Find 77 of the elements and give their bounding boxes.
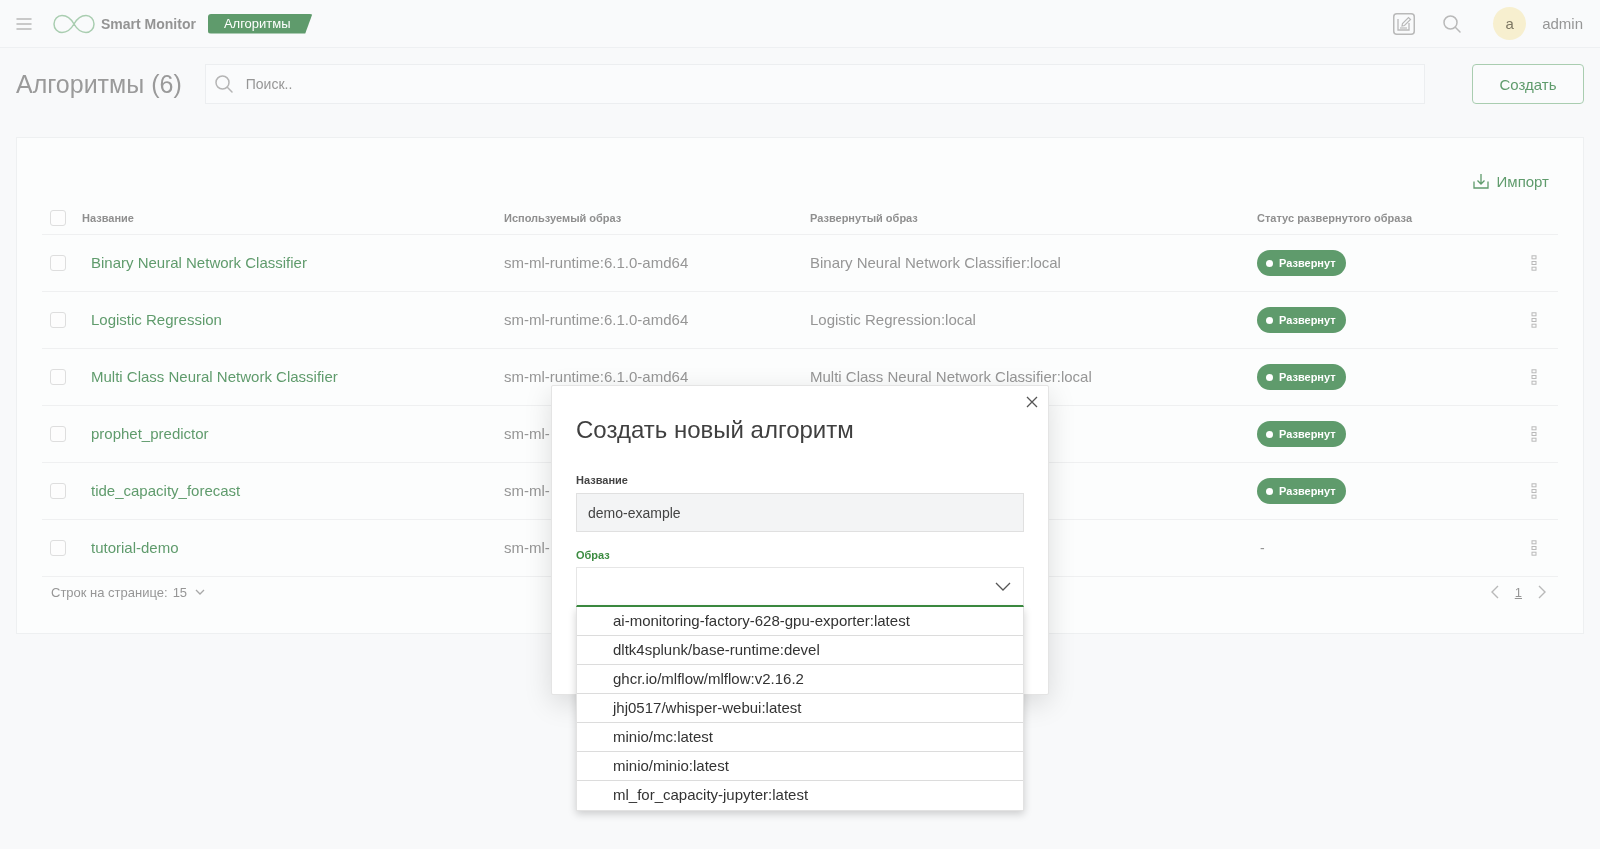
dropdown-option[interactable]: ml_for_capacity-jupyter:latest [577, 781, 1023, 810]
column-header: Статус развернутого образа [1257, 211, 1414, 224]
status-text: - [1259, 540, 1265, 556]
chevron-down-icon [195, 589, 206, 595]
column-header: Используемый образ [504, 211, 623, 224]
page-title: Алгоритмы (6) [16, 69, 182, 99]
algorithm-link[interactable]: Multi Class Neural Network Classifier [91, 368, 338, 385]
kebab-menu-icon[interactable] [1530, 255, 1537, 271]
column-header: Развернутый образ [810, 211, 919, 224]
chevron-down-icon [995, 582, 1011, 591]
status-dot-icon [1266, 316, 1273, 324]
algorithm-link[interactable]: tutorial-demo [91, 539, 179, 556]
column-header: Название [82, 211, 135, 224]
status-label: Развернут [1279, 257, 1336, 269]
checkbox[interactable] [50, 312, 66, 328]
import-button[interactable]: Импорт [1472, 172, 1549, 190]
search-icon [214, 75, 233, 93]
rows-per-page-select[interactable]: 15 [172, 584, 206, 600]
table-cell: Binary Neural Network Classifier:local [810, 254, 1061, 271]
algorithm-link[interactable]: tide_capacity_forecast [91, 482, 241, 499]
image-select[interactable] [576, 567, 1024, 607]
search-field[interactable]: Поиск.. [204, 64, 1425, 104]
chevron-left-icon[interactable] [1490, 585, 1499, 599]
close-icon[interactable] [1026, 396, 1038, 408]
field-label: Название [576, 473, 629, 487]
dropdown-option[interactable]: minio/mc:latest [577, 723, 1023, 752]
status-dot-icon [1266, 487, 1273, 495]
status-label: Развернут [1279, 314, 1336, 326]
status-dot-icon [1266, 430, 1273, 438]
checkbox[interactable] [50, 209, 66, 226]
dropdown-option[interactable]: minio/minio:latest [577, 752, 1023, 781]
table-cell: sm-ml- [504, 425, 550, 442]
chevron-right-icon[interactable] [1538, 585, 1546, 599]
field-label: Образ [576, 548, 611, 562]
table-cell: Multi Class Neural Network Classifier:local [810, 368, 1092, 385]
status-label: Развернут [1279, 371, 1336, 383]
table-cell: sm-ml-runtime:6.1.0-amd64 [504, 368, 689, 385]
algorithm-link[interactable]: Binary Neural Network Classifier [91, 254, 307, 271]
status-dot-icon [1266, 373, 1273, 381]
edit-icon[interactable] [1393, 12, 1416, 35]
dropdown-option[interactable]: jhj0517/whisper-webui:latest [577, 694, 1023, 723]
app-name: Smart Monitor [101, 15, 196, 32]
dropdown-option[interactable]: ghcr.io/mlflow/mlflow:v2.16.2 [577, 665, 1023, 694]
table-cell: sm-ml-runtime:6.1.0-amd64 [504, 254, 689, 271]
checkbox[interactable] [50, 255, 66, 271]
create-button[interactable]: Создать [1472, 64, 1584, 104]
checkbox[interactable] [50, 483, 66, 499]
checkbox[interactable] [50, 369, 66, 385]
page-link[interactable]: 1 [1514, 584, 1522, 600]
status-label: Развернут [1279, 428, 1336, 440]
checkbox[interactable] [50, 540, 66, 556]
user-avatar[interactable]: a [1493, 7, 1527, 40]
dialog-title: Создать новый алгоритм [576, 415, 855, 445]
kebab-menu-icon[interactable] [1530, 540, 1537, 556]
section-tag: Алгоритмы [207, 13, 313, 34]
kebab-menu-icon[interactable] [1530, 426, 1537, 442]
status-dot-icon [1266, 259, 1273, 267]
table-cell: sm-ml- [504, 482, 550, 499]
algorithm-link[interactable]: Logistic Regression [91, 311, 222, 328]
table-cell: sm-ml-runtime:6.1.0-amd64 [504, 311, 689, 328]
download-icon [1472, 173, 1489, 189]
menu-icon[interactable] [16, 17, 32, 30]
search-icon[interactable] [1443, 14, 1462, 33]
infinity-logo-icon [53, 13, 95, 34]
name-input[interactable]: demo-example [576, 493, 1024, 532]
rows-per-page-label: Строк на странице: [51, 584, 168, 600]
checkbox[interactable] [50, 426, 66, 442]
status-label: Развернут [1279, 485, 1336, 497]
table-cell: Logistic Regression:local [810, 311, 976, 328]
dropdown-option[interactable]: dltk4splunk/base-runtime:devel [577, 636, 1023, 665]
user-name[interactable]: admin [1542, 15, 1583, 32]
kebab-menu-icon[interactable] [1530, 483, 1537, 499]
kebab-menu-icon[interactable] [1530, 312, 1537, 328]
algorithm-link[interactable]: prophet_predictor [91, 425, 209, 442]
dropdown-option[interactable]: ai-monitoring-factory-628-gpu-exporter:latest [577, 607, 1023, 636]
kebab-menu-icon[interactable] [1530, 369, 1537, 385]
table-cell: sm-ml- [504, 539, 550, 556]
